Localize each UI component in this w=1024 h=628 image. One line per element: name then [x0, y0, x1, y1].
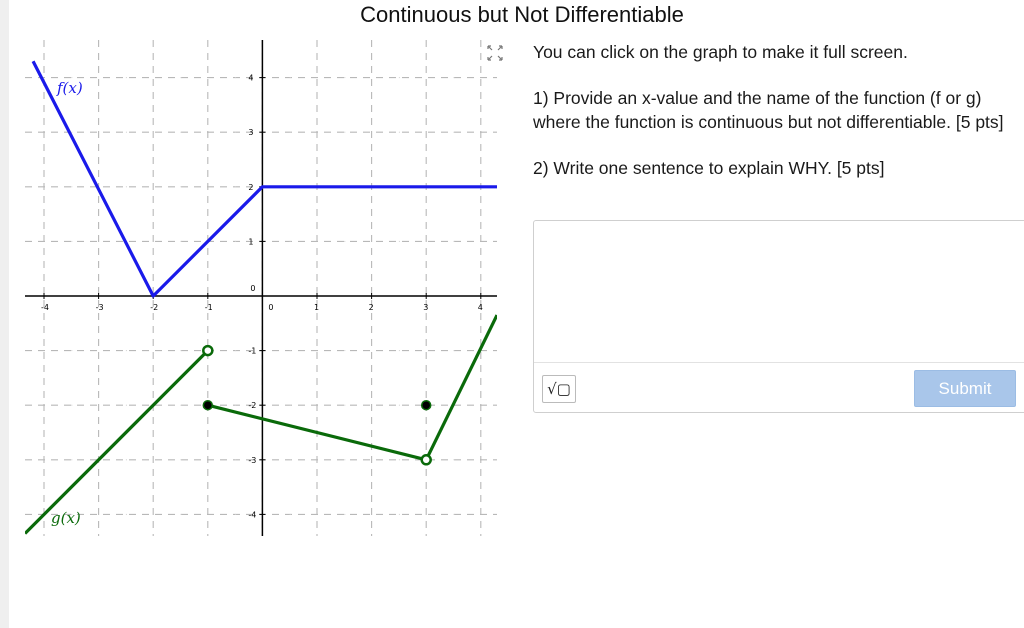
g-curve-middle: [207, 403, 427, 462]
fullscreen-hint: You can click on the graph to make it fu…: [533, 42, 908, 62]
x-tick-label: 1: [314, 303, 319, 312]
question-1: 1) Provide an x-value and the name of th…: [533, 88, 1004, 132]
g-curve-right: [424, 314, 497, 461]
square-root-icon[interactable]: √▢: [542, 375, 576, 403]
y-tick-label: 4: [248, 74, 253, 83]
y-tick-label: -1: [248, 347, 256, 356]
x-tick-label: 2: [369, 303, 374, 312]
question-2: 2) Write one sentence to explain WHY. [5…: [533, 158, 885, 178]
open-point: [420, 454, 432, 466]
submit-button[interactable]: Submit: [914, 370, 1016, 407]
y-tick-label: 0: [250, 284, 255, 293]
g-curve-left: [25, 349, 209, 535]
page-title: Continuous but Not Differentiable: [360, 2, 684, 27]
closed-point: [420, 399, 432, 411]
closed-point: [202, 399, 214, 411]
x-tick-label: 3: [423, 303, 428, 312]
function-graph[interactable]: -4 -3 -2 -1 0 1 2 3 4 4 3 2 1 0 -1 -2 -3 -4 f(x) g(x): [25, 40, 497, 536]
x-tick-label: 4: [478, 303, 483, 312]
y-tick-label: -4: [248, 510, 256, 519]
open-point: [202, 344, 214, 357]
x-tick-label: -2: [150, 303, 158, 312]
f-label: f(x): [56, 79, 83, 97]
y-tick-label: 2: [248, 183, 253, 192]
answer-box: √▢ Submit: [533, 220, 1024, 413]
window-edge: [0, 0, 9, 628]
answer-toolbar: √▢ Submit: [534, 362, 1024, 413]
y-tick-label: -3: [248, 456, 256, 465]
y-tick-label: 3: [248, 128, 253, 137]
x-tick-label: -4: [41, 303, 49, 312]
y-tick-label: -2: [248, 401, 256, 410]
y-tick-label: 1: [248, 237, 253, 246]
g-label: g(x): [51, 509, 81, 527]
expand-arrows-icon[interactable]: [486, 44, 504, 62]
answer-editor[interactable]: [534, 221, 1024, 361]
instructions: You can click on the graph to make it fu…: [533, 40, 1021, 180]
f-curve: [31, 60, 497, 298]
x-tick-label: -3: [96, 303, 104, 312]
x-tick-label: -1: [205, 303, 213, 312]
x-tick-label: 0: [268, 303, 273, 312]
